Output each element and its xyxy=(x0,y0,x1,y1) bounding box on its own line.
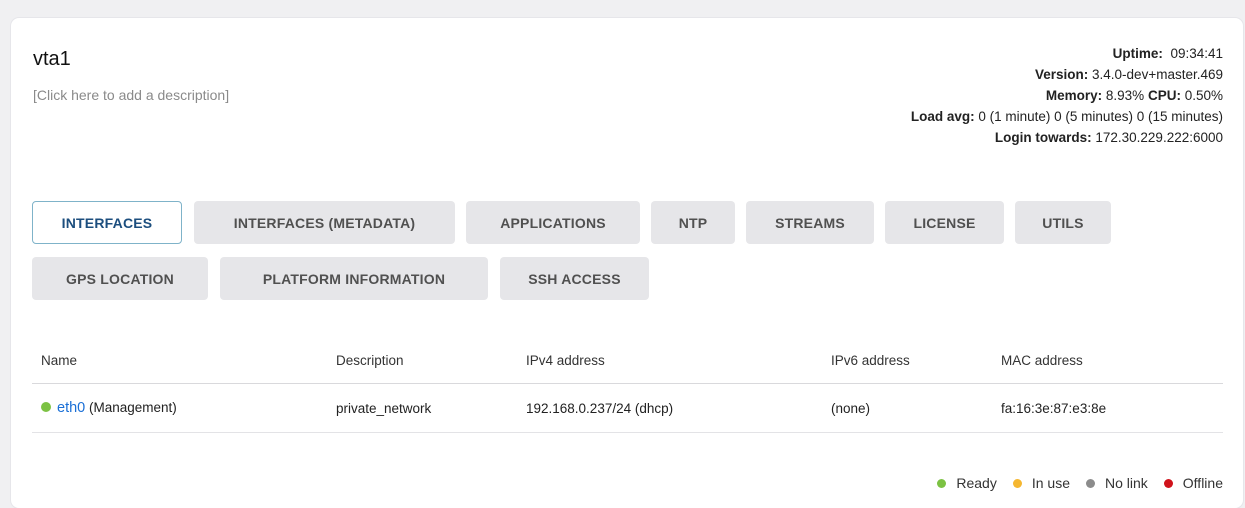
tab-interfaces[interactable]: INTERFACES xyxy=(32,201,182,244)
load-label: Load avg: xyxy=(910,109,975,124)
legend-in-use-label: In use xyxy=(1031,475,1070,491)
legend-offline-label: Offline xyxy=(1182,475,1223,491)
load-line: Load avg: 0 (1 minute) 0 (5 minutes) 0 (… xyxy=(911,106,1223,127)
col-ipv6-header: IPv6 address xyxy=(831,338,1001,384)
col-ipv4-header: IPv4 address xyxy=(526,338,831,384)
col-mac-header: MAC address xyxy=(1001,338,1223,384)
legend-no-link-label: No link xyxy=(1104,475,1148,491)
load-value: 0 (1 minute) 0 (5 minutes) 0 (15 minutes… xyxy=(978,109,1223,124)
login-value: 172.30.229.222:6000 xyxy=(1095,130,1223,145)
login-label: Login towards: xyxy=(994,130,1092,145)
interface-role: (Management) xyxy=(89,400,177,415)
col-name-header: Name xyxy=(32,338,336,384)
tab-utils[interactable]: UTILS xyxy=(1015,201,1111,244)
memory-value: 8.93% xyxy=(1105,88,1145,103)
legend-item-ready: Ready xyxy=(937,475,997,491)
description-field[interactable]: [Click here to add a description] xyxy=(33,87,229,103)
memory-cpu-line: Memory: 8.93% CPU: 0.50% xyxy=(911,85,1223,106)
interface-ipv6: (none) xyxy=(831,383,1001,433)
col-description-header: Description xyxy=(336,338,526,384)
cpu-value: 0.50% xyxy=(1184,88,1223,103)
tab-streams[interactable]: STREAMS xyxy=(746,201,874,244)
status-legend: Ready In use No link Offline xyxy=(921,475,1223,491)
login-line: Login towards: 172.30.229.222:6000 xyxy=(911,127,1223,148)
tab-platform-information[interactable]: PLATFORM INFORMATION xyxy=(220,257,488,300)
interface-link[interactable]: eth0 xyxy=(57,400,85,416)
in-use-dot-icon xyxy=(1012,478,1022,488)
ready-dot-icon xyxy=(937,478,947,488)
tab-ntp[interactable]: NTP xyxy=(651,201,735,244)
status-ready-dot-icon xyxy=(41,402,51,413)
memory-label: Memory: xyxy=(1045,88,1103,103)
interface-ipv4: 192.168.0.237/24 (dhcp) xyxy=(526,383,831,433)
interface-description: private_network xyxy=(336,383,526,433)
cpu-label: CPU: xyxy=(1147,88,1181,103)
table-header-row: Name Description IPv4 address IPv6 addre… xyxy=(32,338,1223,384)
version-label: Version: xyxy=(1034,67,1089,82)
tab-gps-location[interactable]: GPS LOCATION xyxy=(32,257,208,300)
device-info-panel: Uptime: 09:34:41 Version: 3.4.0-dev+mast… xyxy=(911,43,1223,148)
table-row: eth0 (Management) private_network 192.16… xyxy=(32,383,1223,433)
device-name: vta1 xyxy=(33,48,71,70)
uptime-label: Uptime: xyxy=(1112,46,1163,61)
version-value: 3.4.0-dev+master.469 xyxy=(1092,67,1223,82)
interface-mac: fa:16:3e:87:e3:8e xyxy=(1001,383,1223,433)
legend-item-no-link: No link xyxy=(1085,475,1148,491)
tab-applications[interactable]: APPLICATIONS xyxy=(466,201,640,244)
tab-license[interactable]: LICENSE xyxy=(885,201,1004,244)
no-link-dot-icon xyxy=(1085,478,1095,488)
interface-name-cell: eth0 (Management) xyxy=(32,383,336,433)
interfaces-table: Name Description IPv4 address IPv6 addre… xyxy=(32,338,1223,433)
legend-item-offline: Offline xyxy=(1163,475,1223,491)
legend-ready-label: Ready xyxy=(956,475,997,491)
tab-ssh-access[interactable]: SSH ACCESS xyxy=(500,257,649,300)
uptime-value: 09:34:41 xyxy=(1170,46,1223,61)
device-card: vta1 [Click here to add a description] U… xyxy=(11,18,1243,508)
version-line: Version: 3.4.0-dev+master.469 xyxy=(911,64,1223,85)
offline-dot-icon xyxy=(1163,478,1173,488)
tab-interfaces-metadata[interactable]: INTERFACES (METADATA) xyxy=(194,201,455,244)
legend-item-in-use: In use xyxy=(1012,475,1070,491)
uptime-line: Uptime: 09:34:41 xyxy=(911,43,1223,64)
